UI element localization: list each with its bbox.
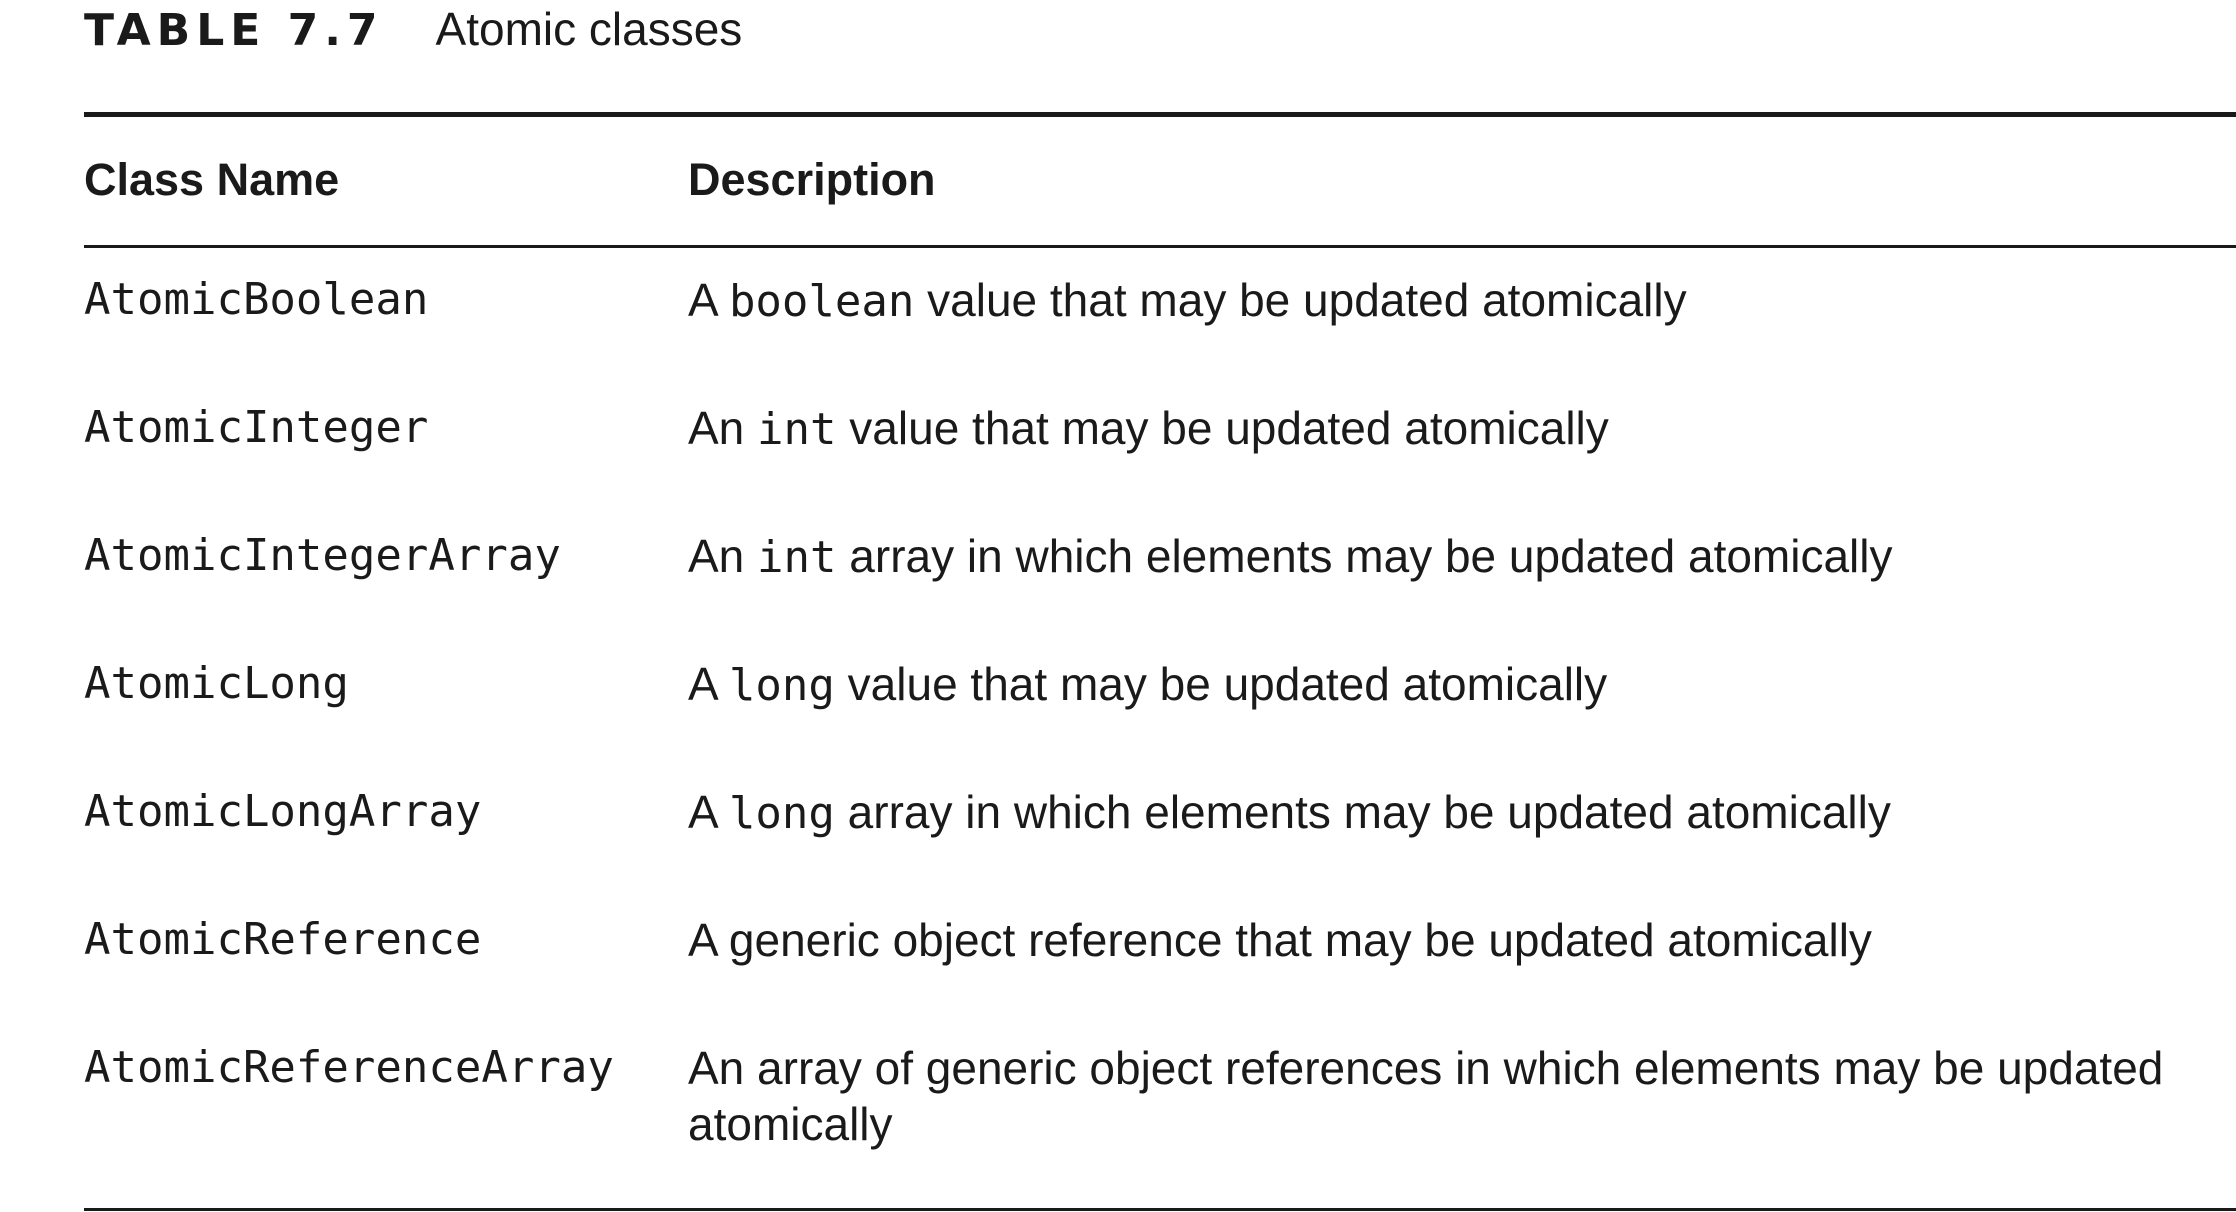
header-rule [84,245,2236,248]
header-description: Description [688,154,936,205]
class-name-cell: AtomicReference [84,914,482,965]
description-text: value that may be updated atomically [834,658,1608,710]
table-row: AtomicIntegerArray An int array in which… [84,528,2236,656]
table-number: TABLE 7.7 [84,5,384,56]
table-row: AtomicReference A generic object referen… [84,912,2236,1040]
description-cell: A long array in which elements may be up… [688,784,2236,842]
description-code: int [757,404,837,455]
description-text: A generic object reference that may be u… [688,914,1872,966]
description-code: int [757,532,837,583]
description-cell: An array of generic object references in… [688,1040,2236,1154]
table-row: AtomicBoolean A boolean value that may b… [84,272,2236,400]
description-text: value that may be updated atomically [914,274,1687,326]
table-header-row: Class Name Description [84,150,2236,210]
description-text: An array of generic object references in… [688,1042,2164,1150]
top-rule [84,112,2236,117]
description-code: boolean [728,276,915,327]
description-code: long [728,788,835,839]
description-text: A [688,786,729,838]
class-name-cell: AtomicLongArray [84,786,482,837]
description-code: long [728,660,835,711]
description-text: array in which elements may be updated a… [834,786,1891,838]
table-body: AtomicBoolean A boolean value that may b… [84,272,2236,1160]
description-cell: A generic object reference that may be u… [688,912,2236,970]
table-row: AtomicInteger An int value that may be u… [84,400,2236,528]
description-text: An [688,402,758,454]
description-text: A [688,274,729,326]
table-row: AtomicLongArray A long array in which el… [84,784,2236,912]
description-text: array in which elements may be updated a… [836,530,1893,582]
header-class-name: Class Name [84,154,340,205]
description-text: A [688,658,729,710]
description-cell: An int value that may be updated atomica… [688,400,2236,458]
class-name-cell: AtomicReferenceArray [84,1042,614,1093]
table-row: AtomicReferenceArray An array of generic… [84,1040,2236,1160]
class-name-cell: AtomicLong [84,658,349,709]
table-row: AtomicLong A long value that may be upda… [84,656,2236,784]
description-text: value that may be updated atomically [836,402,1609,454]
bottom-rule [84,1208,2236,1211]
table-title: Atomic classes [435,3,743,55]
table-caption: TABLE 7.7 Atomic classes [84,2,742,62]
class-name-cell: AtomicBoolean [84,274,429,325]
description-cell: An int array in which elements may be up… [688,528,2236,586]
description-cell: A boolean value that may be updated atom… [688,272,2236,330]
class-name-cell: AtomicInteger [84,402,429,453]
description-cell: A long value that may be updated atomica… [688,656,2236,714]
description-text: An [688,530,758,582]
class-name-cell: AtomicIntegerArray [84,530,561,581]
